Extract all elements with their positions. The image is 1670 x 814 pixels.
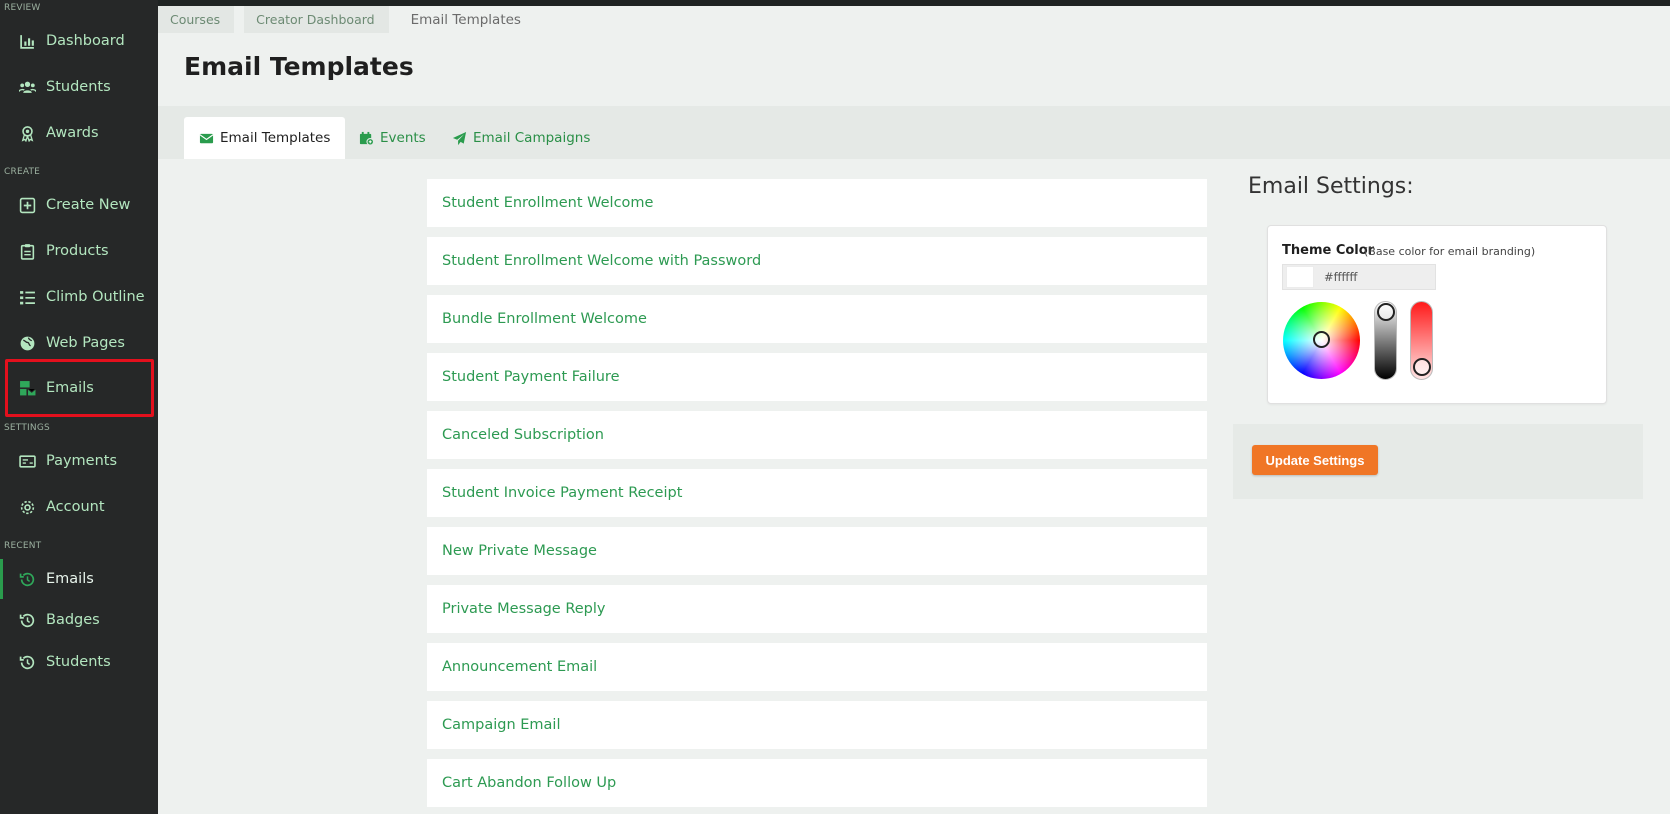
sidebar-item-label: Account	[46, 499, 105, 515]
template-item[interactable]: Student Enrollment Welcome with Password	[427, 237, 1207, 285]
sidebar-recent-badges[interactable]: Badges	[0, 600, 158, 640]
section-label-recent: RECENT	[4, 541, 42, 551]
sidebar-item-label: Badges	[46, 612, 100, 628]
clipboard-icon	[18, 242, 36, 260]
sidebar-item-dashboard[interactable]: Dashboard	[0, 21, 158, 61]
globe-icon	[18, 334, 36, 352]
theme-color-label: Theme Color	[1282, 243, 1375, 258]
tab-label: Email Templates	[220, 130, 331, 146]
sidebar-item-payments[interactable]: Payments	[0, 441, 158, 481]
tab-email-campaigns[interactable]: Email Campaigns	[452, 117, 590, 159]
sidebar-item-create-new[interactable]: Create New	[0, 185, 158, 225]
history-icon	[18, 653, 36, 671]
section-label-review: REVIEW	[4, 3, 41, 13]
sidebar-item-products[interactable]: Products	[0, 231, 158, 271]
sidebar: REVIEW Dashboard Students Awards CREATE …	[0, 0, 158, 814]
update-settings-button[interactable]: Update Settings	[1252, 445, 1378, 475]
template-item[interactable]: Announcement Email	[427, 643, 1207, 691]
sidebar-item-label: Awards	[46, 125, 99, 141]
plus-square-icon	[18, 196, 36, 214]
breadcrumb-creator-dashboard[interactable]: Creator Dashboard	[244, 6, 389, 33]
template-item[interactable]: New Private Message	[427, 527, 1207, 575]
sidebar-item-label: Students	[46, 654, 111, 670]
tab-label: Email Campaigns	[473, 130, 591, 146]
tab-events[interactable]: Events	[359, 117, 426, 159]
users-icon	[18, 78, 36, 96]
template-item[interactable]: Student Invoice Payment Receipt	[427, 469, 1207, 517]
sidebar-item-label: Create New	[46, 197, 131, 213]
history-icon	[18, 570, 36, 588]
envelope-icon	[199, 133, 214, 143]
template-item[interactable]: Canceled Subscription	[427, 411, 1207, 459]
sidebar-item-label: Payments	[46, 453, 118, 469]
sidebar-item-label: Emails	[46, 380, 94, 396]
sidebar-item-label: Web Pages	[46, 335, 125, 351]
sidebar-item-climb-outline[interactable]: Climb Outline	[0, 277, 158, 317]
sidebar-item-awards[interactable]: Awards	[0, 113, 158, 153]
template-item[interactable]: Bundle Enrollment Welcome	[427, 295, 1207, 343]
template-item[interactable]: Campaign Email	[427, 701, 1207, 749]
section-label-settings: SETTINGS	[4, 423, 50, 433]
breadcrumb-courses[interactable]: Courses	[158, 6, 235, 33]
color-value: #ffffff	[1324, 270, 1358, 284]
list-icon	[18, 288, 36, 306]
color-swatch[interactable]	[1286, 266, 1314, 288]
award-icon	[18, 124, 36, 142]
mail-bulk-icon	[18, 379, 36, 397]
page-title: Email Templates	[184, 52, 414, 81]
template-item[interactable]: Student Payment Failure	[427, 353, 1207, 401]
alpha-slider-handle[interactable]	[1413, 358, 1431, 376]
section-label-create: CREATE	[4, 167, 41, 177]
money-check-icon	[18, 452, 36, 470]
sidebar-item-label: Dashboard	[46, 33, 125, 49]
color-wheel-handle[interactable]	[1313, 331, 1330, 348]
breadcrumb: Courses Creator Dashboard Email Template…	[158, 6, 545, 33]
sidebar-recent-emails[interactable]: Emails	[0, 559, 158, 599]
sidebar-item-label: Products	[46, 243, 109, 259]
sidebar-recent-students[interactable]: Students	[0, 642, 158, 682]
sidebar-item-label: Emails	[46, 571, 94, 587]
sidebar-item-label: Climb Outline	[46, 289, 145, 305]
gear-icon	[18, 498, 36, 516]
paper-plane-icon	[452, 131, 467, 145]
history-icon	[18, 611, 36, 629]
sidebar-item-account[interactable]: Account	[0, 487, 158, 527]
tab-email-templates[interactable]: Email Templates	[184, 117, 346, 159]
tab-label: Events	[380, 130, 426, 146]
template-item[interactable]: Cart Abandon Follow Up	[427, 759, 1207, 807]
calendar-icon	[359, 131, 374, 146]
settings-title: Email Settings:	[1248, 174, 1414, 199]
theme-color-hint: (Base color for email branding)	[1364, 245, 1536, 258]
sidebar-item-emails[interactable]: Emails	[5, 359, 154, 417]
sidebar-item-label: Students	[46, 79, 111, 95]
template-item[interactable]: Student Enrollment Welcome	[427, 179, 1207, 227]
theme-color-input[interactable]: #ffffff	[1282, 264, 1436, 290]
chart-icon	[18, 32, 36, 50]
lightness-slider-handle[interactable]	[1377, 303, 1395, 321]
breadcrumb-current: Email Templates	[410, 11, 521, 28]
sidebar-item-web-pages[interactable]: Web Pages	[0, 323, 158, 363]
template-item[interactable]: Private Message Reply	[427, 585, 1207, 633]
sidebar-item-students[interactable]: Students	[0, 67, 158, 107]
